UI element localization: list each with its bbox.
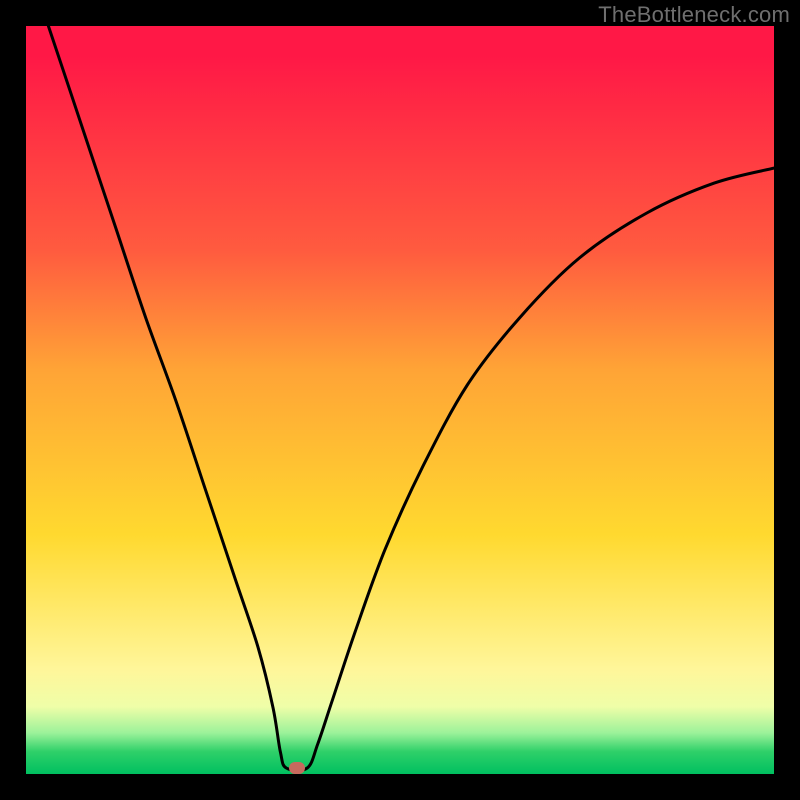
optimal-marker <box>289 762 305 774</box>
chart-frame: TheBottleneck.com <box>0 0 800 800</box>
bottleneck-curve <box>26 26 774 774</box>
plot-area <box>26 26 774 774</box>
watermark-text: TheBottleneck.com <box>598 2 790 28</box>
